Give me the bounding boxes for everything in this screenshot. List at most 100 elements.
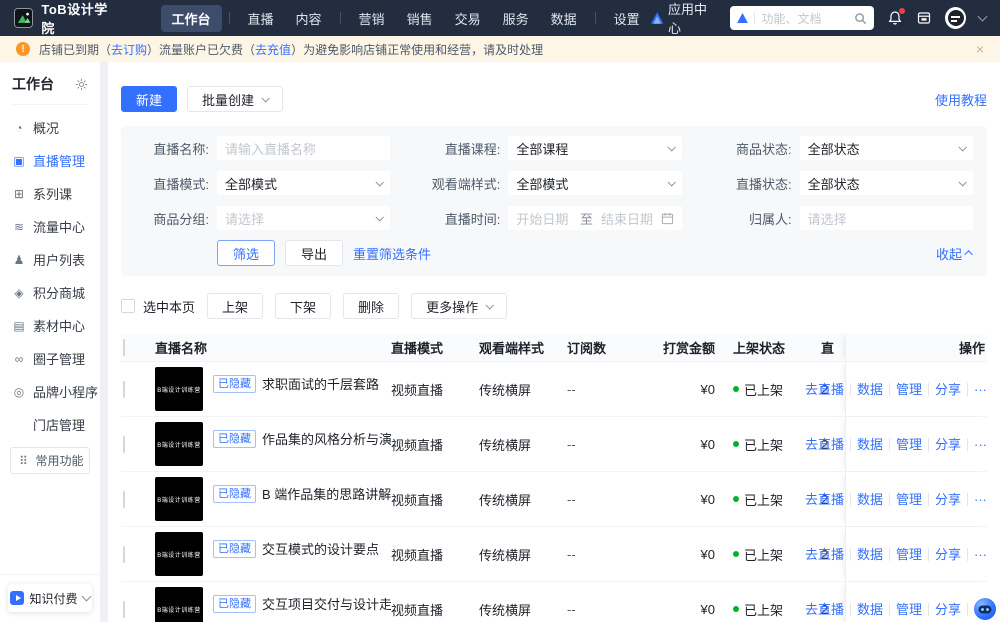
nav-item-销售[interactable]: 销售 xyxy=(396,5,444,32)
row-action-数据[interactable]: 数据 xyxy=(851,493,890,506)
global-search-input[interactable]: 功能、文档 xyxy=(730,6,874,30)
collapse-toggle[interactable]: 收起 xyxy=(936,244,973,263)
workspace-switch-button[interactable] xyxy=(916,10,932,26)
gear-icon[interactable] xyxy=(75,78,88,91)
row-action-分享[interactable]: 分享 xyxy=(929,548,968,561)
reset-filters-link[interactable]: 重置筛选条件 xyxy=(353,244,431,263)
nav-item-直播[interactable]: 直播 xyxy=(237,5,285,32)
sidebar-item-素材中心[interactable]: ▤素材中心 xyxy=(0,309,100,342)
row-checkbox[interactable] xyxy=(123,436,125,453)
sidebar-item-直播管理[interactable]: ▣直播管理 xyxy=(0,144,100,177)
row-action-分享[interactable]: 分享 xyxy=(929,493,968,506)
nav-item-营销[interactable]: 营销 xyxy=(348,5,396,32)
sidebar-item-常用功能[interactable]: ⠿常用功能 xyxy=(10,447,90,474)
filter-daterange[interactable]: 开始日期至结束日期 xyxy=(508,206,681,230)
sidebar-item-品牌小程序[interactable]: ◎品牌小程序 xyxy=(0,375,100,408)
brand[interactable]: ToB设计学院 xyxy=(14,0,119,37)
row-action-···[interactable]: ··· xyxy=(968,383,987,396)
filter-select[interactable]: 全部状态 xyxy=(800,136,973,160)
nav-item-内容[interactable]: 内容 xyxy=(285,5,333,32)
sidebar-item-门店管理[interactable]: 门店管理 xyxy=(0,408,100,441)
row-checkbox[interactable] xyxy=(123,381,125,398)
more-actions-button[interactable]: 更多操作 xyxy=(411,293,507,319)
chat-assistant-button[interactable] xyxy=(973,597,997,621)
product-switcher[interactable]: 知识付费 xyxy=(8,584,92,612)
calendar-icon xyxy=(661,212,674,225)
filter-select[interactable]: 请选择 xyxy=(217,206,390,230)
app-center-button[interactable]: 应用中心 xyxy=(651,0,718,37)
sidebar-item-圈子管理[interactable]: ∞圈子管理 xyxy=(0,342,100,375)
filter-input[interactable]: 请输入直播名称 xyxy=(217,136,390,160)
select-page-label: 选中本页 xyxy=(143,297,195,316)
sidebar-item-积分商城[interactable]: ◈积分商城 xyxy=(0,276,100,309)
notification-bell-button[interactable] xyxy=(887,10,903,26)
filter-select[interactable]: 全部模式 xyxy=(508,171,681,195)
select-page-checkbox[interactable] xyxy=(121,299,135,313)
filter-field-归属人: 归属人:请选择 xyxy=(718,206,973,230)
row-checkbox[interactable] xyxy=(123,491,125,508)
filter-panel: 直播名称:请输入直播名称直播课程:全部课程商品状态:全部状态直播模式:全部模式观… xyxy=(121,126,987,276)
banner-segment: 店铺已到期（ xyxy=(39,43,111,57)
sidebar-item-流量中心[interactable]: ≋流量中心 xyxy=(0,210,100,243)
row-action-···[interactable]: ··· xyxy=(968,548,987,561)
sidebar-item-label: 用户列表 xyxy=(33,250,85,269)
batch-button-删除[interactable]: 删除 xyxy=(343,293,399,319)
batch-button-上架[interactable]: 上架 xyxy=(207,293,263,319)
row-action-去直播[interactable]: 去直播 xyxy=(799,493,851,506)
banner-link-去订购[interactable]: 去订购 xyxy=(111,43,147,57)
row-action-···[interactable]: ··· xyxy=(968,438,987,451)
status-dot xyxy=(733,551,739,557)
sidebar-item-系列课[interactable]: ⊞系列课 xyxy=(0,177,100,210)
row-action-去直播[interactable]: 去直播 xyxy=(799,603,851,616)
filter-select[interactable]: 全部课程 xyxy=(508,136,681,160)
row-checkbox[interactable] xyxy=(123,546,125,563)
row-action-去直播[interactable]: 去直播 xyxy=(799,548,851,561)
row-action-管理[interactable]: 管理 xyxy=(890,383,929,396)
create-button[interactable]: 新建 xyxy=(121,86,177,112)
row-action-数据[interactable]: 数据 xyxy=(851,438,890,451)
row-action-分享[interactable]: 分享 xyxy=(929,383,968,396)
row-action-管理[interactable]: 管理 xyxy=(890,493,929,506)
sidebar-item-概况[interactable]: ◔概况 xyxy=(0,111,100,144)
sidebar-item-label: 直播管理 xyxy=(33,151,85,170)
cell-subscriptions: -- xyxy=(567,602,651,617)
nav-item-数据[interactable]: 数据 xyxy=(540,5,588,32)
nav-item-工作台[interactable]: 工作台 xyxy=(161,5,222,32)
row-action-数据[interactable]: 数据 xyxy=(851,603,890,616)
row-action-去直播[interactable]: 去直播 xyxy=(799,383,851,396)
row-action-数据[interactable]: 数据 xyxy=(851,548,890,561)
row-action-管理[interactable]: 管理 xyxy=(890,438,929,451)
table-row: B端设计训练营已隐藏B 端作品集的思路讲解视频直播传统横屏--¥0已上架2去直播… xyxy=(121,472,987,527)
export-button[interactable]: 导出 xyxy=(285,240,343,266)
batch-create-button[interactable]: 批量创建 xyxy=(187,86,283,112)
row-action-管理[interactable]: 管理 xyxy=(890,548,929,561)
nav-item-设置[interactable]: 设置 xyxy=(603,5,651,32)
user-avatar[interactable] xyxy=(945,7,966,29)
select-all-checkbox[interactable] xyxy=(123,339,125,356)
row-action-管理[interactable]: 管理 xyxy=(890,603,929,616)
row-action-去直播[interactable]: 去直播 xyxy=(799,438,851,451)
banner-link-去充值[interactable]: 去充值 xyxy=(255,43,291,57)
banner-close-icon[interactable]: × xyxy=(976,42,984,56)
filter-button[interactable]: 筛选 xyxy=(217,240,275,266)
batch-button-下架[interactable]: 下架 xyxy=(275,293,331,319)
row-checkbox-cell xyxy=(121,602,155,617)
sidebar-item-用户列表[interactable]: ♟用户列表 xyxy=(0,243,100,276)
nav-item-服务[interactable]: 服务 xyxy=(492,5,540,32)
row-action-分享[interactable]: 分享 xyxy=(929,438,968,451)
community-icon: ∞ xyxy=(12,352,26,366)
filter-select[interactable]: 全部状态 xyxy=(800,171,973,195)
live-thumbnail: B端设计训练营 xyxy=(155,422,203,466)
row-action-分享[interactable]: 分享 xyxy=(929,603,968,616)
filter-select[interactable]: 全部模式 xyxy=(217,171,390,195)
nav-item-交易[interactable]: 交易 xyxy=(444,5,492,32)
row-checkbox-cell xyxy=(121,547,155,562)
filter-input[interactable]: 请选择 xyxy=(800,206,973,230)
tutorial-link[interactable]: 使用教程 xyxy=(935,90,987,109)
row-action-···[interactable]: ··· xyxy=(968,493,987,506)
brand-logo-icon xyxy=(14,8,33,28)
account-chevron-down-icon[interactable] xyxy=(978,12,988,22)
row-checkbox[interactable] xyxy=(123,601,125,618)
row-action-数据[interactable]: 数据 xyxy=(851,383,890,396)
live-table: 直播名称 直播模式 观看端样式 订阅数 打赏金额 上架状态 直 操作 B端设计训… xyxy=(121,334,987,622)
